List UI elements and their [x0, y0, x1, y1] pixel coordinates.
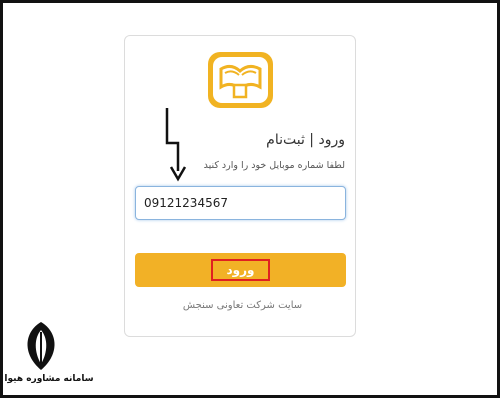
mobile-number-input[interactable]	[135, 186, 346, 220]
open-book-icon	[219, 64, 262, 99]
down-arrow-icon	[165, 108, 187, 182]
footer-link[interactable]: سایت شرکت تعاونی سنجش	[140, 300, 345, 311]
login-button-label: ورود	[211, 259, 270, 281]
site-logo	[208, 52, 273, 108]
login-button[interactable]: ورود	[135, 253, 346, 287]
feather-pen-icon	[27, 322, 55, 370]
watermark-brand-name: سامانه مشاوره هیوا	[4, 374, 94, 384]
